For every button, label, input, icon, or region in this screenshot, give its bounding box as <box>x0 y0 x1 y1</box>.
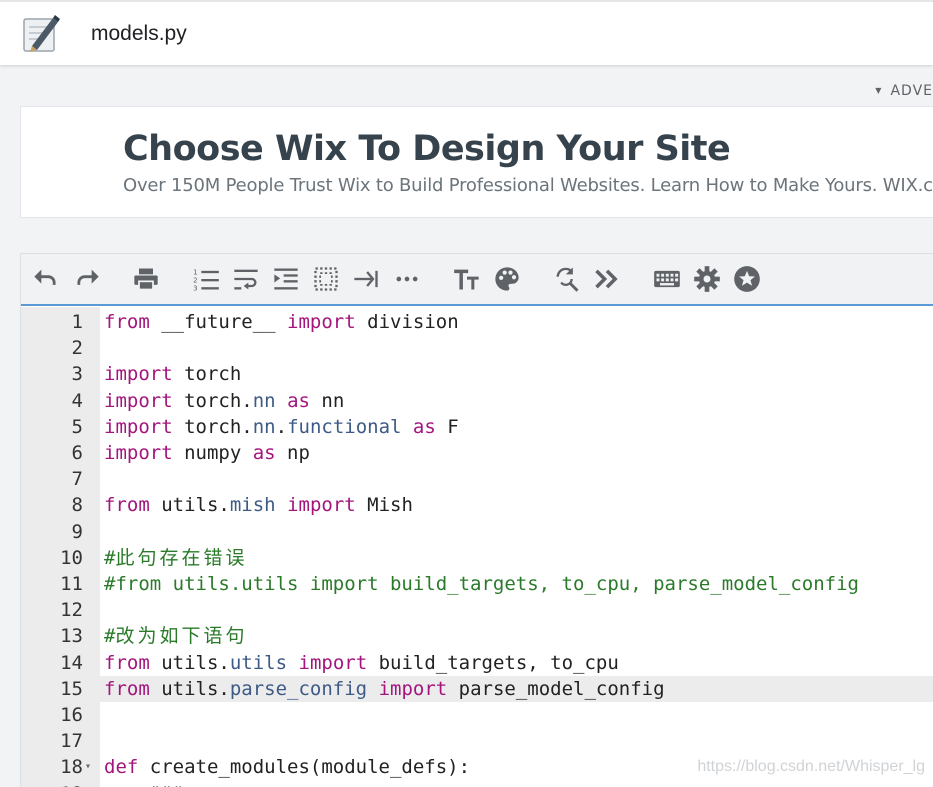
line-number: 2 <box>71 337 83 360</box>
line-number: 10 <box>60 546 83 569</box>
code-text: import torch <box>104 363 242 386</box>
code-text: """ <box>104 781 184 787</box>
code-line[interactable]: 4 import torch.nn as nn <box>21 388 933 414</box>
font-size-icon[interactable] <box>453 265 481 293</box>
line-number: 6 <box>71 442 83 464</box>
line-number: 18 <box>60 756 83 779</box>
more-icon[interactable] <box>393 265 421 293</box>
line-number: 4 <box>71 389 83 412</box>
file-header: models.py <box>0 0 933 65</box>
redo-icon[interactable] <box>73 265 101 293</box>
code-text: def create_modules(module_defs): <box>104 756 471 779</box>
watermark: https://blog.csdn.net/Whisper_lg <box>697 758 925 775</box>
line-number: 17 <box>60 730 83 753</box>
triangle-down-icon: ▼ <box>875 86 883 95</box>
line-number: 16 <box>60 704 83 726</box>
code-line[interactable]: 5 import torch.nn.functional as F <box>21 414 933 440</box>
line-number: 14 <box>60 651 83 674</box>
code-line[interactable]: 15 from utils.parse_config import parse_m… <box>21 675 933 702</box>
code-text: #from utils.utils import build_targets, … <box>104 573 859 595</box>
code-text: #此句存在错误 <box>104 546 248 569</box>
code-editor: 123 1 from __future__ import division 2 … <box>20 253 933 787</box>
line-number: 1 <box>71 311 83 333</box>
code-line[interactable]: 10 #此句存在错误 <box>21 545 933 571</box>
line-number: 5 <box>71 415 83 438</box>
code-text: from utils.utils import build_targets, t… <box>104 651 619 674</box>
code-line[interactable]: 1 from __future__ import division <box>21 309 933 335</box>
code-line[interactable]: 3 import torch <box>21 361 933 387</box>
editor-toolbar: 123 <box>21 254 933 306</box>
tab-icon[interactable] <box>352 265 380 293</box>
python-file-pen-icon[interactable] <box>20 13 62 55</box>
file-name: models.py <box>91 22 187 45</box>
fold-arrow-icon[interactable]: ▾ <box>85 754 91 780</box>
code-text: #改为如下语句 <box>104 625 248 648</box>
search-replace-icon[interactable] <box>553 265 581 293</box>
code-area[interactable]: 1 from __future__ import division 2 3 import… <box>21 307 933 787</box>
line-number: 11 <box>60 573 83 595</box>
print-icon[interactable] <box>132 265 160 293</box>
next-icon[interactable] <box>593 265 621 293</box>
code-text: from utils.parse_config import parse_mod… <box>104 677 665 700</box>
line-numbers-icon[interactable]: 123 <box>192 265 220 293</box>
code-text: import torch.nn as nn <box>104 389 345 412</box>
advertisement-banner[interactable]: Choose Wix To Design Your Site Over 150M… <box>20 106 933 218</box>
line-number: 8 <box>71 494 83 517</box>
code-text: import numpy as np <box>104 442 310 464</box>
svg-text:2: 2 <box>193 277 197 285</box>
code-line[interactable]: 14 from utils.utils import build_targets,… <box>21 650 933 676</box>
undo-icon[interactable] <box>32 265 60 293</box>
code-text: from utils.mish import Mish <box>104 494 413 517</box>
code-text: import torch.nn.functional as F <box>104 415 459 438</box>
line-number: 13 <box>60 625 83 648</box>
code-line[interactable]: 19 """ <box>21 781 933 787</box>
star-icon[interactable] <box>733 265 761 293</box>
code-line[interactable]: 6 import numpy as np <box>21 440 933 466</box>
line-number: 15 <box>60 677 83 700</box>
ad-description: Over 150M People Trust Wix to Build Prof… <box>123 175 933 196</box>
svg-text:3: 3 <box>193 285 197 293</box>
code-line[interactable]: 7 <box>21 466 933 492</box>
line-number: 19 <box>21 781 83 787</box>
code-line[interactable]: 13 #改为如下语句 <box>21 623 933 649</box>
code-line[interactable]: 8 from utils.mish import Mish <box>21 492 933 518</box>
word-wrap-icon[interactable] <box>232 265 260 293</box>
keyboard-icon[interactable] <box>653 265 681 293</box>
advertisement-label[interactable]: ▼ ADVE <box>875 83 933 99</box>
ad-title[interactable]: Choose Wix To Design Your Site <box>123 129 731 169</box>
settings-icon[interactable] <box>693 265 721 293</box>
line-number: 7 <box>71 468 83 491</box>
code-line[interactable]: 11 #from utils.utils import build_targets… <box>21 571 933 597</box>
code-text: from __future__ import division <box>104 311 459 333</box>
select-all-icon[interactable] <box>312 265 340 293</box>
code-line[interactable]: 17 <box>21 728 933 754</box>
theme-palette-icon[interactable] <box>493 265 521 293</box>
line-number: 3 <box>71 363 83 386</box>
code-line[interactable]: 9 <box>21 519 933 545</box>
code-line[interactable]: 2 <box>21 335 933 361</box>
code-line[interactable]: 16 <box>21 702 933 728</box>
code-line[interactable]: 12 <box>21 597 933 623</box>
line-number: 12 <box>60 599 83 622</box>
indent-icon[interactable] <box>272 265 300 293</box>
svg-text:1: 1 <box>193 268 197 276</box>
line-number: 9 <box>71 520 83 543</box>
